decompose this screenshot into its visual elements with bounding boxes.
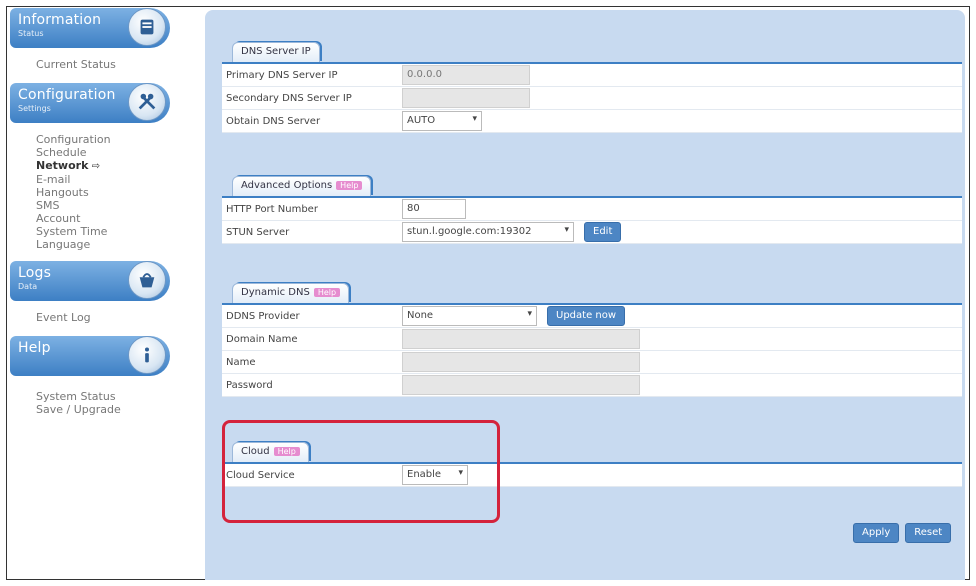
table-row: Obtain DNS Server AUTO: [222, 110, 962, 133]
notepad-icon: [128, 8, 166, 46]
info-icon: [128, 336, 166, 374]
basket-icon: [128, 261, 166, 299]
ddns-provider-select[interactable]: None: [402, 306, 537, 326]
secondary-dns-field: [402, 88, 530, 108]
tab-label: Dynamic DNS: [241, 287, 310, 298]
secondary-dns-label: Secondary DNS Server IP: [226, 92, 352, 104]
sidebar-item-network[interactable]: Network: [36, 159, 170, 173]
primary-dns-label: Primary DNS Server IP: [226, 69, 338, 81]
tab-advanced-options: Advanced Options Help: [232, 176, 372, 196]
domain-name-label: Domain Name: [226, 333, 298, 345]
table-row: Primary DNS Server IP 0.0.0.0: [222, 64, 962, 87]
configuration-links: Configuration Schedule Network E-mail Ha…: [10, 123, 170, 261]
edit-button[interactable]: Edit: [584, 222, 622, 242]
sidebar-item-configuration[interactable]: Configuration: [36, 133, 170, 146]
dns-group: DNS Server IP Primary DNS Server IP 0.0.…: [222, 42, 962, 133]
password-label: Password: [226, 379, 273, 391]
sidebar-section-information[interactable]: Information Status: [10, 8, 170, 48]
sidebar-item-language[interactable]: Language: [36, 238, 170, 251]
sidebar-item-hangouts[interactable]: Hangouts: [36, 186, 170, 199]
sidebar-item-sms[interactable]: SMS: [36, 199, 170, 212]
obtain-dns-label: Obtain DNS Server: [226, 115, 321, 127]
information-links: Current Status: [10, 48, 170, 83]
advanced-table: HTTP Port Number 80 STUN Server stun.l.g…: [222, 196, 962, 244]
dns-table: Primary DNS Server IP 0.0.0.0 Secondary …: [222, 62, 962, 133]
help-link[interactable]: Help: [336, 181, 363, 190]
reset-button[interactable]: Reset: [905, 523, 952, 543]
stun-server-label: STUN Server: [226, 226, 290, 238]
sidebar-item-system-time[interactable]: System Time: [36, 225, 170, 238]
help-links: System Status Save / Upgrade: [10, 376, 170, 424]
sidebar-item-schedule[interactable]: Schedule: [36, 146, 170, 159]
name-field: [402, 352, 640, 372]
tools-icon: [128, 83, 166, 121]
sidebar-item-save-upgrade[interactable]: Save / Upgrade: [36, 403, 170, 416]
table-row: Password: [222, 374, 962, 397]
sidebar-section-configuration[interactable]: Configuration Settings: [10, 83, 170, 123]
table-row: HTTP Port Number 80: [222, 198, 962, 221]
sidebar-item-email[interactable]: E-mail: [36, 173, 170, 186]
sidebar-section-logs[interactable]: Logs Data: [10, 261, 170, 301]
table-row: Domain Name: [222, 328, 962, 351]
obtain-dns-select[interactable]: AUTO: [402, 111, 482, 131]
sidebar-item-account[interactable]: Account: [36, 212, 170, 225]
sidebar-item-current-status[interactable]: Current Status: [36, 58, 170, 71]
stun-server-select[interactable]: stun.l.google.com:19302: [402, 222, 574, 242]
http-port-label: HTTP Port Number: [226, 203, 318, 215]
ddns-group: Dynamic DNSHelp DDNS Provider None Updat…: [222, 283, 962, 397]
table-row: DDNS Provider None Update now: [222, 305, 962, 328]
tab-dns-server-ip: DNS Server IP: [232, 42, 320, 62]
tab-dynamic-dns: Dynamic DNS Help: [232, 283, 350, 303]
table-row: Name: [222, 351, 962, 374]
update-now-button[interactable]: Update now: [547, 306, 626, 326]
sidebar-section-help[interactable]: Help: [10, 336, 170, 376]
password-field: [402, 375, 640, 395]
help-link[interactable]: Help: [313, 288, 341, 297]
primary-dns-field: 0.0.0.0: [402, 65, 530, 85]
domain-name-field: [402, 329, 640, 349]
name-label: Name: [226, 356, 256, 368]
sidebar: Information Status Current Status Config…: [10, 8, 170, 424]
sidebar-item-system-status[interactable]: System Status: [36, 390, 170, 403]
ddns-provider-label: DDNS Provider: [226, 310, 300, 322]
logs-links: Event Log: [10, 301, 170, 336]
tab-label: Advanced Options: [241, 180, 333, 191]
form-actions: Apply Reset: [853, 523, 952, 543]
table-row: STUN Server stun.l.google.com:19302 Edit: [222, 221, 962, 244]
table-row: Secondary DNS Server IP: [222, 87, 962, 110]
highlight-box: [222, 420, 500, 523]
apply-button[interactable]: Apply: [853, 523, 900, 543]
advanced-group: Advanced Options Help HTTP Port Number 80…: [222, 176, 962, 244]
http-port-input[interactable]: 80: [402, 199, 466, 219]
ddns-table: DDNS Provider None Update now Domain Nam…: [222, 303, 962, 397]
sidebar-item-event-log[interactable]: Event Log: [36, 311, 170, 324]
